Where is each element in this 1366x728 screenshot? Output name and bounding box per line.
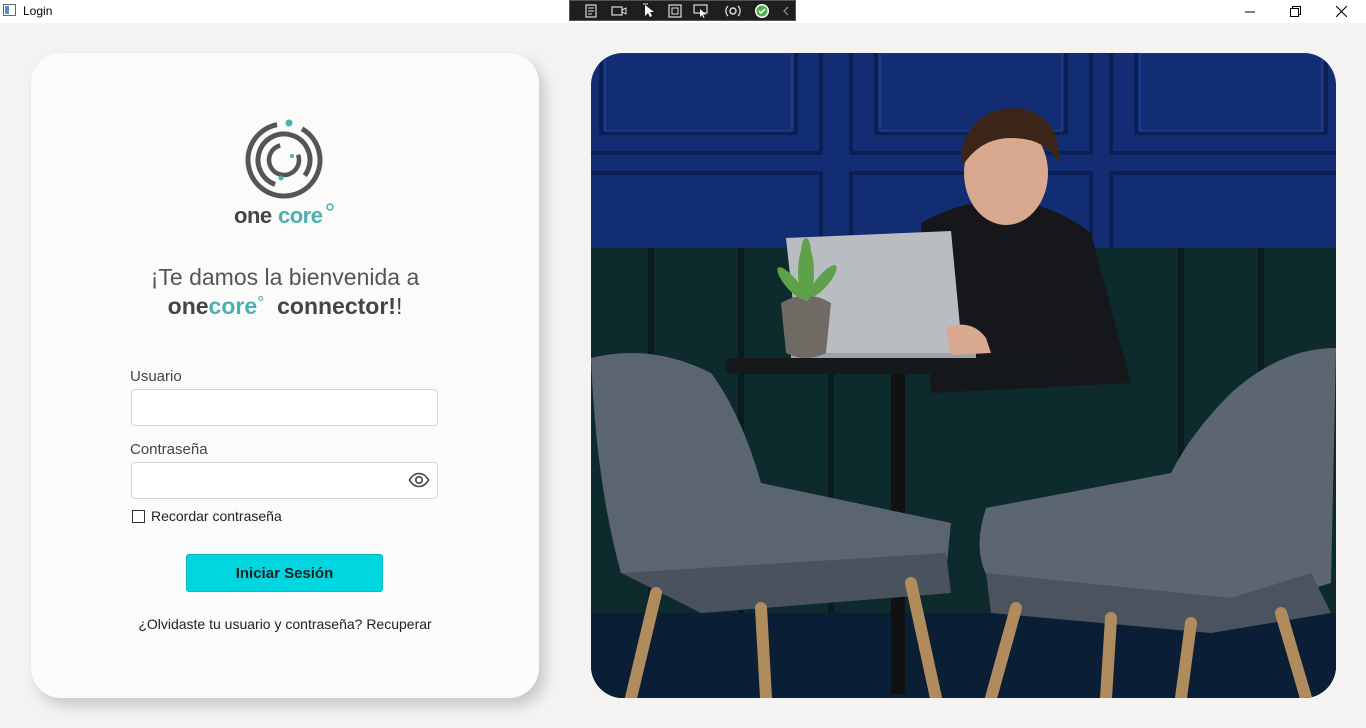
close-icon [1335, 6, 1347, 17]
restore-icon [1289, 6, 1301, 17]
track-focus-icon[interactable] [692, 3, 710, 19]
brand-core: core [208, 293, 258, 319]
minimize-button[interactable] [1227, 0, 1273, 23]
brand-connector: connector! [277, 293, 396, 319]
user-input[interactable] [131, 389, 438, 426]
brand-degree: ° [257, 293, 265, 313]
logo-one-text: one [234, 203, 272, 228]
hot-reload-icon[interactable] [724, 3, 742, 19]
onecore-logo: one core [232, 118, 336, 230]
check-icon[interactable] [753, 3, 771, 19]
welcome-exclamation: ! [395, 293, 403, 319]
live-tree-icon[interactable] [583, 3, 601, 19]
user-label: Usuario [130, 368, 182, 385]
collapse-icon[interactable] [777, 3, 795, 19]
hero-photo [591, 53, 1336, 698]
title-bar: Login [0, 0, 1366, 23]
close-button[interactable] [1318, 0, 1364, 23]
remember-label[interactable]: Recordar contraseña [151, 508, 282, 524]
login-button[interactable]: Iniciar Sesión [186, 554, 383, 592]
logo-core-text: core [278, 203, 323, 228]
record-icon[interactable] [610, 3, 628, 19]
password-input[interactable] [131, 462, 438, 499]
remember-checkbox[interactable] [132, 510, 145, 523]
show-password-icon[interactable] [408, 471, 430, 489]
xaml-debug-toolbar [569, 0, 796, 21]
welcome-heading: ¡Te damos la bienvenida a [150, 264, 420, 290]
password-label: Contraseña [130, 441, 208, 458]
forgot-credentials-link[interactable]: ¿Olvidaste tu usuario y contraseña? Recu… [31, 616, 539, 632]
select-element-icon[interactable] [641, 3, 659, 19]
brand-one: one [167, 293, 209, 319]
layout-adorner-icon[interactable] [666, 3, 684, 19]
welcome-brand-line: onecore° connector!! [31, 293, 539, 320]
app-icon [3, 4, 16, 16]
minimize-icon [1245, 11, 1255, 12]
window-title: Login [23, 4, 53, 18]
restore-button[interactable] [1272, 0, 1318, 23]
